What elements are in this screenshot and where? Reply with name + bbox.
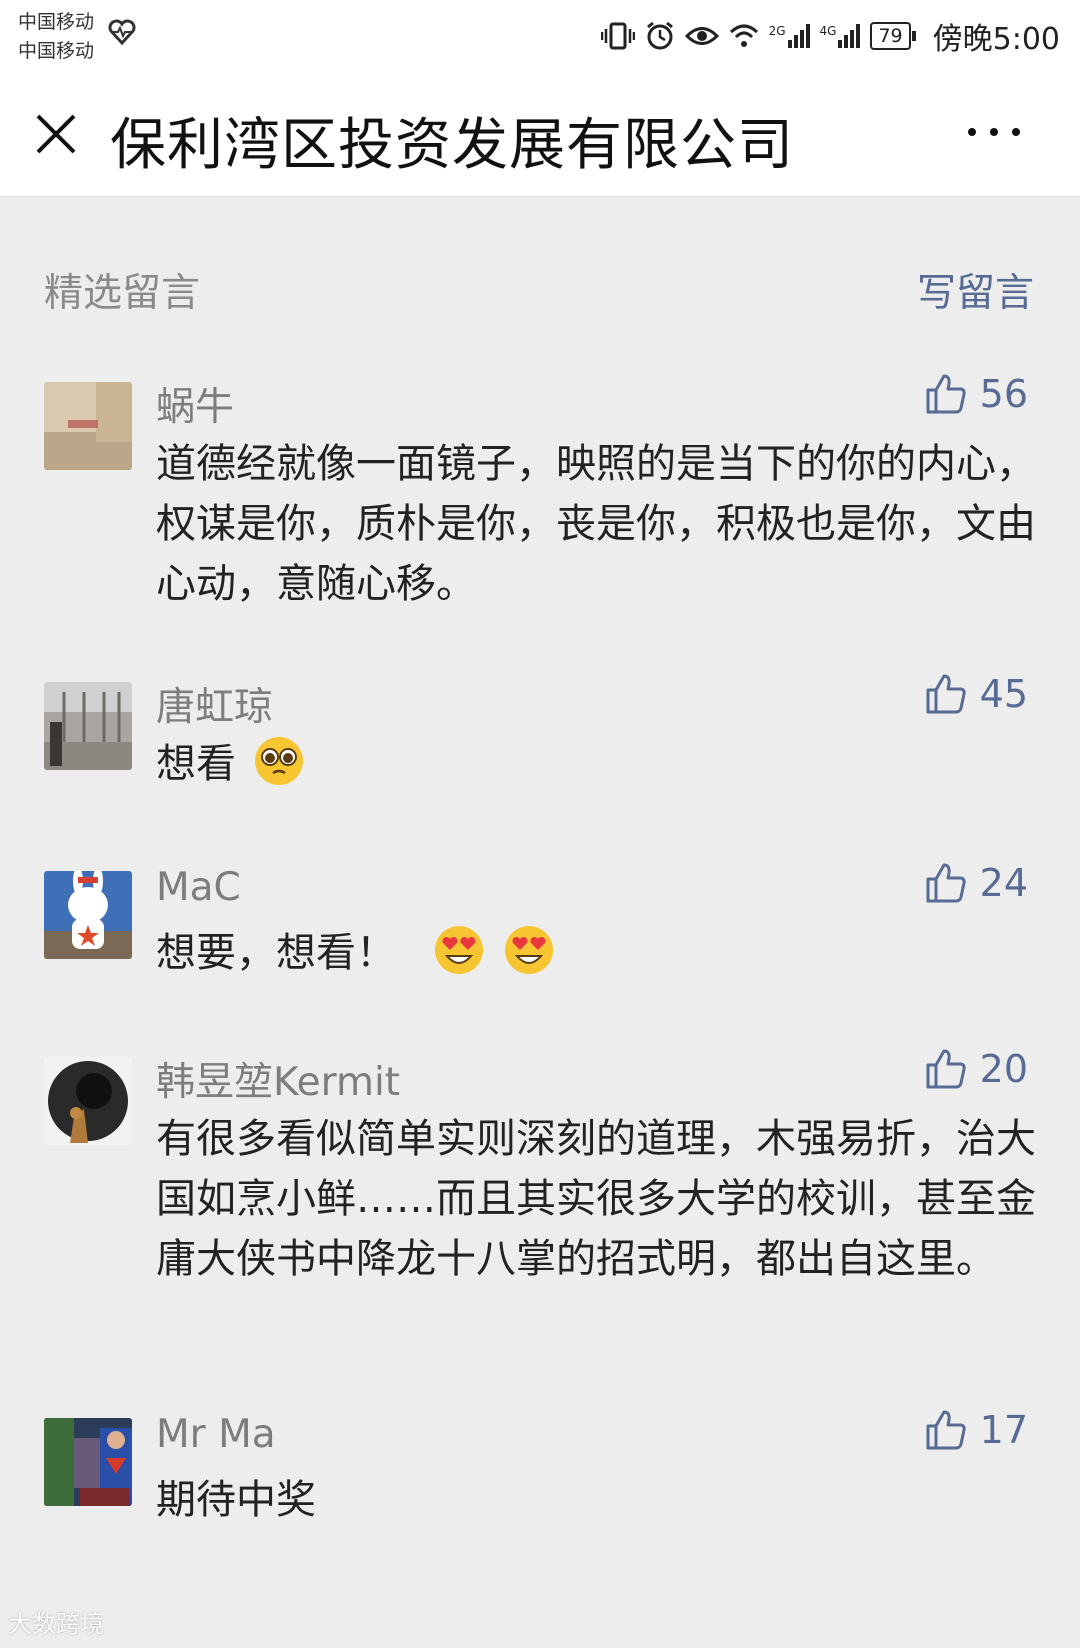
commenter-name: 蜗牛 (156, 385, 235, 430)
heart-eyes-emoji-icon (505, 926, 554, 974)
heart-rate-icon (108, 19, 136, 46)
more-icon[interactable] (964, 118, 1024, 146)
like-button[interactable]: 56 (924, 372, 1028, 416)
commenter-name: MaC (156, 865, 241, 910)
like-button[interactable]: 45 (924, 672, 1028, 716)
write-comment-button[interactable]: 写留言 (917, 262, 1034, 318)
thumbs-up-icon (926, 374, 966, 414)
like-button[interactable]: 20 (924, 1047, 1028, 1091)
close-icon[interactable] (32, 110, 80, 158)
like-button[interactable]: 24 (924, 861, 1028, 905)
thumbs-up-icon (926, 674, 966, 714)
featured-comments-label: 精选留言 (44, 271, 201, 316)
comment-text: 有很多看似简单实则深刻的道理，木强易折，治大国如烹小鲜……而且其实很多大学的校训… (156, 1116, 1036, 1282)
avatar[interactable] (44, 1418, 132, 1506)
like-count: 24 (979, 861, 1028, 905)
vibrate-icon (600, 22, 635, 50)
clock: 傍晚5:00 (932, 22, 1060, 57)
signal-2g-icon: 2G (769, 24, 810, 48)
wifi-icon (729, 24, 758, 47)
comment-text: 想看 (156, 734, 1036, 794)
heart-eyes-emoji-icon (434, 926, 483, 974)
thumbs-up-icon (926, 1410, 966, 1450)
avatar[interactable] (44, 871, 132, 959)
commenter-name: 韩昱堃Kermit (156, 1060, 401, 1105)
carrier-info: 中国移动 中国移动 (18, 8, 94, 66)
carrier-1: 中国移动 (18, 11, 95, 33)
comment-text: 道德经就像一面镜子，映照的是当下的你的内心，权谋是你，质朴是你，丧是你，积极也是… (156, 441, 1036, 607)
commenter-name: 唐虹琼 (156, 685, 274, 730)
comment-text: 期待中奖 (156, 1477, 316, 1523)
commenter-name: Mr Ma (156, 1412, 276, 1457)
title-bar: 保利湾区投资发展有限公司 (0, 84, 1080, 197)
thumbs-up-icon (926, 1049, 966, 1089)
net-2-label: 4G (819, 24, 837, 38)
like-count: 20 (979, 1047, 1028, 1091)
page-title: 保利湾区投资发展有限公司 (110, 113, 794, 178)
watermark: 大数跨境 (8, 1610, 104, 1638)
avatar[interactable] (44, 382, 132, 470)
pleading-face-emoji-icon (254, 737, 303, 785)
battery-indicator: 79 (870, 22, 916, 50)
comment-text-content: 想要，想看！ (156, 930, 396, 976)
like-button[interactable]: 17 (924, 1408, 1028, 1452)
comment-text: 想要，想看！ (156, 923, 1036, 983)
alarm-icon (646, 21, 673, 50)
like-count: 17 (979, 1408, 1028, 1452)
thumbs-up-icon (926, 863, 966, 903)
comment-text-content: 想看 (156, 741, 236, 787)
net-1-label: 2G (768, 24, 786, 38)
status-bar: 中国移动 中国移动 2G 4G 79 傍晚5:00 (0, 0, 1080, 84)
carrier-2: 中国移动 (18, 40, 95, 62)
avatar[interactable] (44, 1057, 132, 1145)
eye-icon (684, 27, 719, 45)
avatar[interactable] (44, 682, 132, 770)
signal-4g-icon: 4G (820, 24, 861, 48)
like-count: 45 (979, 672, 1028, 716)
like-count: 56 (979, 372, 1028, 416)
